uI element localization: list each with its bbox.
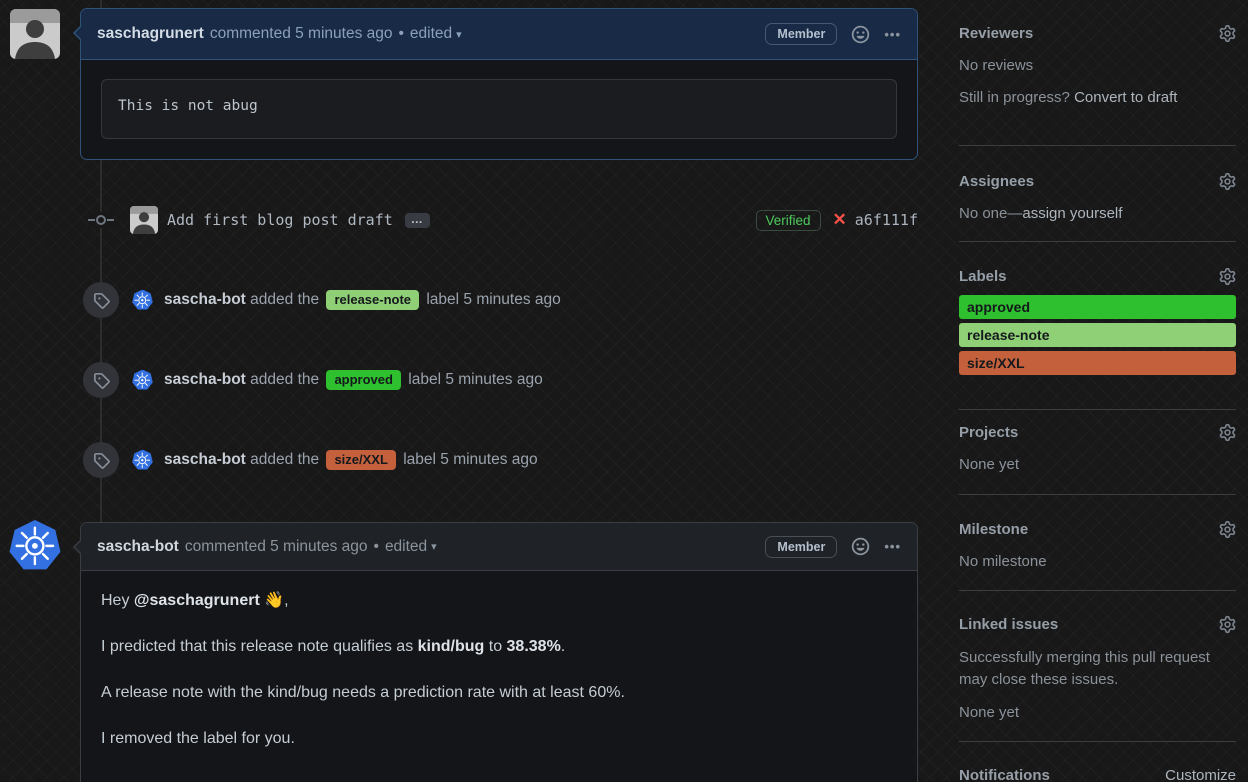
- kebab-menu-button[interactable]: •••: [884, 539, 901, 554]
- comment-author-link[interactable]: sascha-bot: [97, 538, 179, 556]
- commit-expand-button[interactable]: …: [404, 212, 430, 228]
- label-chip[interactable]: size/XXL: [326, 450, 396, 470]
- comment-header: saschagrunert commented 5 minutes ago • …: [73, 9, 917, 60]
- chevron-down-icon[interactable]: ▾: [431, 540, 437, 553]
- paragraph: I removed the label for you.: [101, 730, 295, 747]
- sidebar-section-labels: Labels approved release-note size/XXL: [959, 242, 1236, 410]
- gear-icon[interactable]: [1219, 173, 1236, 190]
- convert-to-draft-link[interactable]: Convert to draft: [1074, 89, 1177, 106]
- sidebar-section-reviewers: Reviewers No reviews Still in progress? …: [959, 24, 1236, 146]
- avatar-saschagrunert[interactable]: [10, 9, 60, 59]
- comment-body: This is not abug: [81, 60, 917, 158]
- dot-separator: •: [398, 25, 404, 42]
- add-reaction-button[interactable]: [851, 25, 870, 44]
- milestone-title: Milestone: [959, 521, 1029, 538]
- comment-author-link[interactable]: saschagrunert: [97, 25, 204, 43]
- linked-issues-title: Linked issues: [959, 616, 1059, 633]
- event-text: label 5 minutes ago: [403, 451, 538, 468]
- gear-icon[interactable]: [1219, 521, 1236, 538]
- event-badge: [83, 442, 119, 478]
- gear-icon[interactable]: [1219, 268, 1236, 285]
- comment-body: Hey @saschagrunert 👋, I predicted that t…: [81, 571, 917, 782]
- sidebar-section-projects: Projects None yet: [959, 410, 1236, 495]
- status-failed-x-icon[interactable]: ✕: [833, 210, 847, 230]
- gear-icon[interactable]: [1219, 424, 1236, 441]
- avatar-sascha-bot[interactable]: [9, 520, 61, 570]
- customize-link[interactable]: Customize: [1165, 766, 1236, 782]
- verified-badge[interactable]: Verified: [755, 209, 821, 231]
- git-commit-icon: [88, 212, 114, 228]
- event-text: added the: [250, 451, 320, 468]
- wave-emoji: 👋,: [259, 592, 289, 609]
- label-event-row: sascha-bot added the size/XXL label 5 mi…: [80, 441, 918, 479]
- label-chip[interactable]: approved: [326, 370, 401, 390]
- sidebar-section-milestone: Milestone No milestone: [959, 495, 1236, 591]
- member-badge: Member: [765, 535, 838, 558]
- paragraph: A release note with the kind/bug needs a…: [101, 684, 625, 701]
- reviewers-empty: No reviews: [959, 57, 1034, 74]
- edited-dropdown[interactable]: edited: [410, 25, 452, 43]
- assignees-title: Assignees: [959, 173, 1035, 190]
- commit-row: Add first blog post draft … Verified ✕ a…: [80, 205, 918, 235]
- assignees-empty: No one—: [959, 205, 1023, 222]
- event-text: added the: [250, 291, 320, 308]
- sidebar-label-size-xxl[interactable]: size/XXL: [959, 351, 1236, 375]
- label-chip[interactable]: release-note: [326, 290, 420, 310]
- event-actor-link[interactable]: sascha-bot: [164, 371, 246, 388]
- chevron-down-icon[interactable]: ▾: [456, 28, 462, 41]
- mention-link[interactable]: @saschagrunert: [134, 592, 260, 609]
- sidebar-label-release-note[interactable]: release-note: [959, 323, 1236, 347]
- labels-title: Labels: [959, 268, 1007, 285]
- sidebar-section-linked-issues: Linked issues Successfully merging this …: [959, 591, 1236, 742]
- label-event-row: sascha-bot added the release-note label …: [80, 281, 918, 319]
- comment-sascha-bot: sascha-bot commented 5 minutes ago • edi…: [73, 522, 918, 782]
- edited-dropdown[interactable]: edited: [385, 538, 427, 556]
- paragraph: Hey @saschagrunert 👋,: [101, 592, 289, 609]
- commit-author-avatar[interactable]: [130, 206, 158, 234]
- sidebar-section-assignees: Assignees No one—assign yourself: [959, 146, 1236, 242]
- event-actor-link[interactable]: sascha-bot: [164, 291, 246, 308]
- event-text: label 5 minutes ago: [426, 291, 561, 308]
- gear-icon[interactable]: [1219, 25, 1236, 42]
- projects-title: Projects: [959, 424, 1019, 441]
- member-badge: Member: [765, 23, 838, 45]
- event-badge: [83, 282, 119, 318]
- dot-separator: •: [373, 537, 379, 555]
- linked-issues-empty: None yet: [959, 704, 1020, 721]
- smiley-icon: [851, 537, 870, 556]
- gear-icon[interactable]: [1219, 616, 1236, 633]
- label-event-row: sascha-bot added the approved label 5 mi…: [80, 361, 918, 399]
- comment-saschagrunert: saschagrunert commented 5 minutes ago • …: [73, 8, 918, 160]
- tag-icon: [93, 372, 110, 389]
- sidebar-section-notifications: Notifications Customize: [959, 742, 1236, 782]
- tag-icon: [93, 292, 110, 309]
- comment-timestamp[interactable]: commented 5 minutes ago: [210, 25, 393, 43]
- sascha-bot-avatar[interactable]: [132, 289, 153, 310]
- assign-yourself-link[interactable]: assign yourself: [1022, 205, 1122, 222]
- reviewers-title: Reviewers: [959, 25, 1034, 42]
- linked-issues-description: Successfully merging this pull request m…: [959, 649, 1210, 688]
- sascha-bot-avatar[interactable]: [132, 369, 153, 390]
- kebab-menu-button[interactable]: •••: [884, 27, 901, 42]
- smiley-icon: [851, 25, 870, 44]
- add-reaction-button[interactable]: [851, 537, 870, 556]
- commit-sha-link[interactable]: a6f111f: [855, 211, 918, 229]
- event-text: added the: [250, 371, 320, 388]
- notifications-title: Notifications: [959, 767, 1050, 782]
- comment-header: sascha-bot commented 5 minutes ago • edi…: [73, 523, 917, 571]
- code-block: This is not abug: [101, 79, 897, 139]
- event-text: label 5 minutes ago: [408, 371, 543, 388]
- tag-icon: [93, 452, 110, 469]
- sidebar: Reviewers No reviews Still in progress? …: [959, 24, 1236, 782]
- projects-empty: None yet: [959, 456, 1020, 473]
- paragraph: I predicted that this release note quali…: [101, 638, 566, 655]
- commit-message-link[interactable]: Add first blog post draft: [167, 211, 393, 229]
- event-actor-link[interactable]: sascha-bot: [164, 451, 246, 468]
- comment-timestamp[interactable]: commented 5 minutes ago: [185, 538, 368, 556]
- draft-hint: Still in progress?: [959, 89, 1075, 106]
- event-badge: [83, 362, 119, 398]
- sascha-bot-avatar[interactable]: [132, 449, 153, 470]
- sidebar-label-approved[interactable]: approved: [959, 295, 1236, 319]
- milestone-empty: No milestone: [959, 553, 1047, 570]
